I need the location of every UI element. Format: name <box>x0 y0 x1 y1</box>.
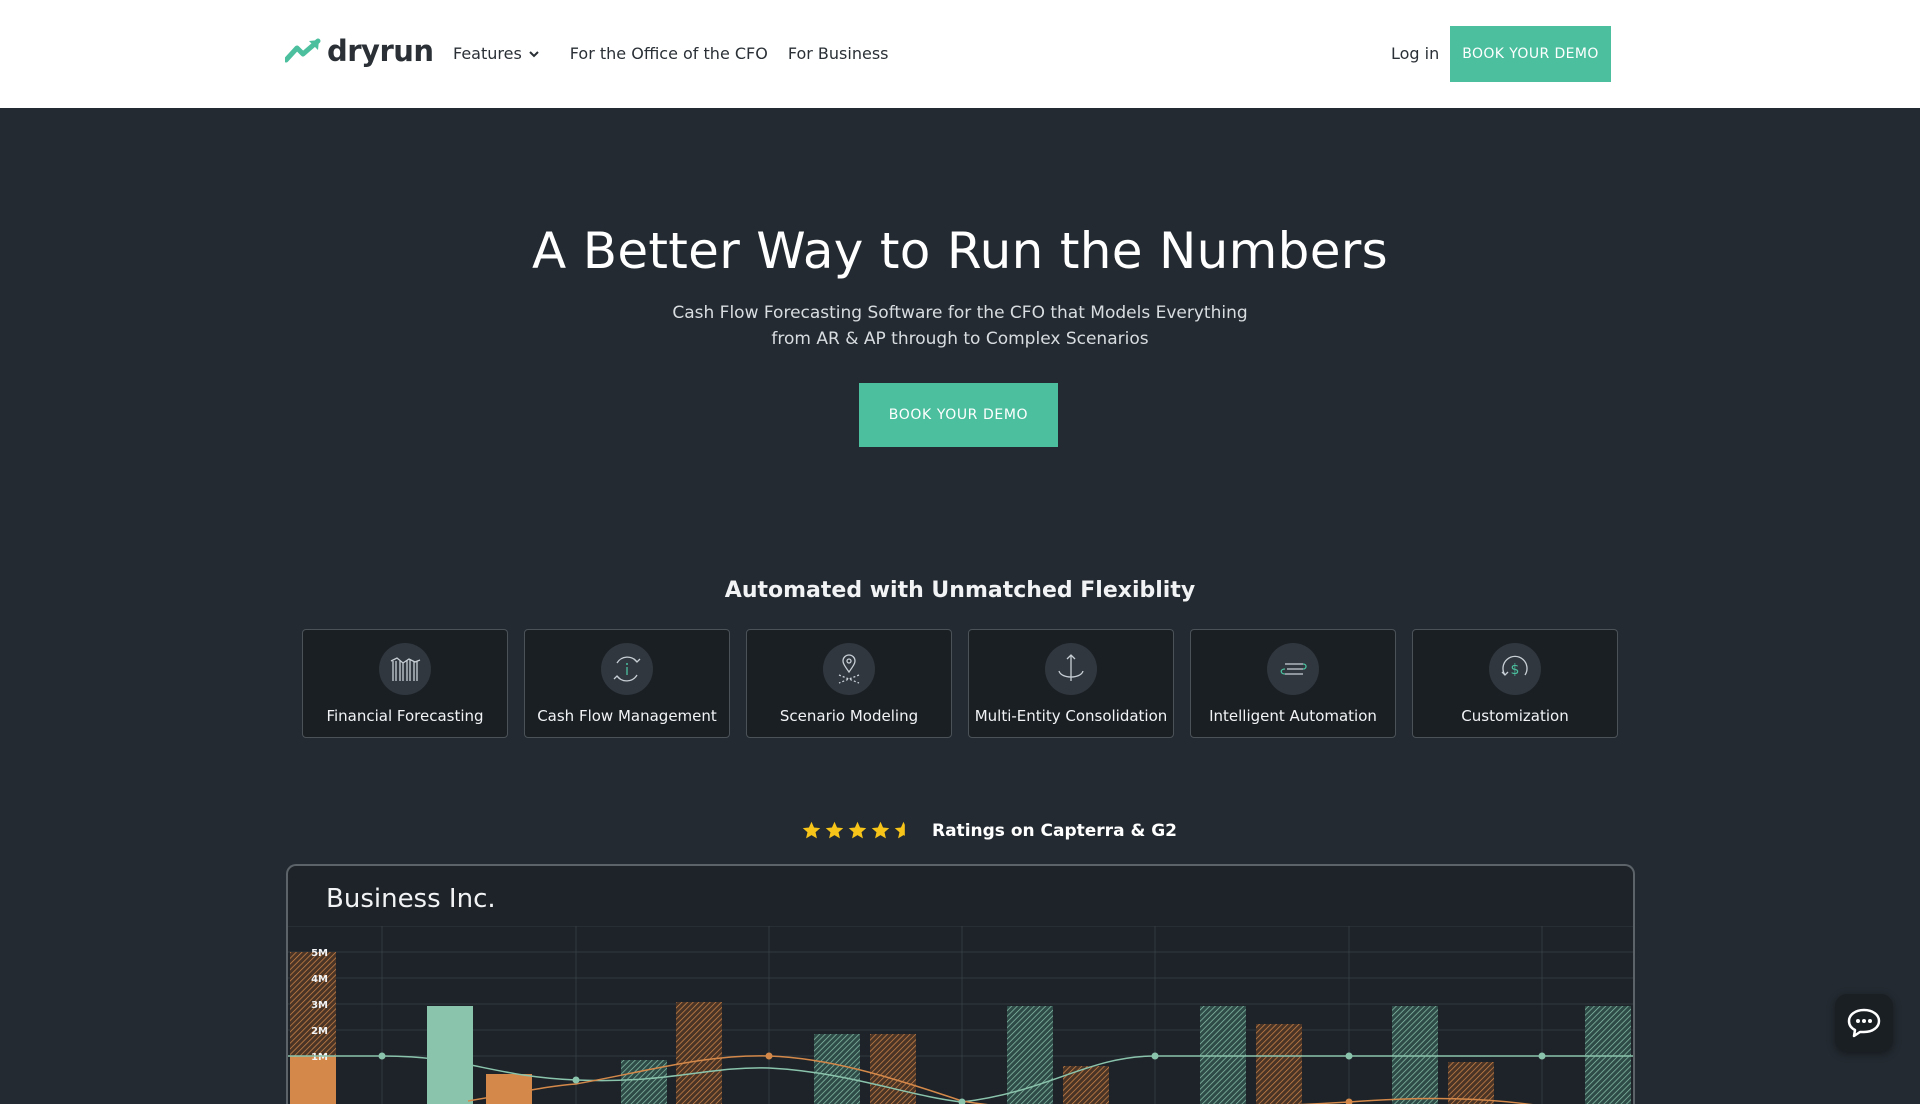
feature-card-label: Intelligent Automation <box>1209 707 1377 725</box>
nav-features-label: Features <box>453 44 522 63</box>
feature-card-label: Customization <box>1461 707 1568 725</box>
chevron-down-icon <box>528 48 540 60</box>
list-icon <box>1267 643 1319 695</box>
nav-office-of-cfo[interactable]: For the Office of the CFO <box>570 44 768 63</box>
feature-card-intelligent-automation[interactable]: Intelligent Automation <box>1190 629 1396 738</box>
y-tick-label: 5M <box>311 948 328 959</box>
chat-bubble-icon <box>1846 1007 1882 1039</box>
y-tick-label: 1M <box>311 1052 328 1063</box>
star-icon <box>824 820 845 841</box>
rating-stars <box>801 820 914 841</box>
map-pin-icon <box>823 643 875 695</box>
svg-text:$: $ <box>1511 662 1520 678</box>
star-icon <box>801 820 822 841</box>
feature-card-label: Multi-Entity Consolidation <box>975 707 1168 725</box>
feature-card-label: Financial Forecasting <box>326 707 483 725</box>
nav-for-business[interactable]: For Business <box>788 44 889 63</box>
feature-card-label: Cash Flow Management <box>537 707 717 725</box>
login-link[interactable]: Log in <box>1391 44 1439 63</box>
feature-card-cash-flow-management[interactable]: Cash Flow Management <box>524 629 730 738</box>
chart-columns-icon <box>379 643 431 695</box>
header-book-demo-button[interactable]: BOOK YOUR DEMO <box>1450 26 1611 82</box>
half-star-icon <box>893 820 914 841</box>
ratings-row: Ratings on Capterra & G2 <box>801 820 1177 841</box>
feature-card-customization[interactable]: $ Customization <box>1412 629 1618 738</box>
dashboard-preview: Business Inc. <box>286 864 1635 1104</box>
dashboard-chart: 5M 4M 3M 2M 1M <box>288 926 1635 1104</box>
y-tick-label: 4M <box>311 974 328 985</box>
star-icon <box>870 820 891 841</box>
hero-subtitle: Cash Flow Forecasting Software for the C… <box>660 300 1260 352</box>
hero-title: A Better Way to Run the Numbers <box>0 222 1920 280</box>
features-heading: Automated with Unmatched Flexiblity <box>0 578 1920 603</box>
y-tick-label: 3M <box>311 1000 328 1011</box>
feature-card-label: Scenario Modeling <box>780 707 918 725</box>
star-icon <box>847 820 868 841</box>
nav-features[interactable]: Features <box>453 44 540 63</box>
dashboard-title: Business Inc. <box>326 884 496 914</box>
dollar-cycle-icon: $ <box>1489 643 1541 695</box>
logo[interactable]: dryrun <box>285 34 434 68</box>
logo-text: dryrun <box>327 34 434 68</box>
cycle-info-icon <box>601 643 653 695</box>
site-header: dryrun Features For the Office of the CF… <box>0 0 1920 108</box>
merge-arrow-icon <box>1045 643 1097 695</box>
logo-trend-icon <box>285 38 323 64</box>
y-tick-label: 2M <box>311 1026 328 1037</box>
ratings-text: Ratings on Capterra & G2 <box>932 821 1177 841</box>
feature-card-multi-entity-consolidation[interactable]: Multi-Entity Consolidation <box>968 629 1174 738</box>
chat-widget-button[interactable] <box>1835 994 1893 1052</box>
main-nav: Features For the Office of the CFO For B… <box>453 44 908 63</box>
feature-card-scenario-modeling[interactable]: Scenario Modeling <box>746 629 952 738</box>
feature-cards: Financial Forecasting Cash Flow Manageme… <box>302 629 1618 738</box>
feature-card-financial-forecasting[interactable]: Financial Forecasting <box>302 629 508 738</box>
hero-book-demo-button[interactable]: BOOK YOUR DEMO <box>859 383 1058 447</box>
